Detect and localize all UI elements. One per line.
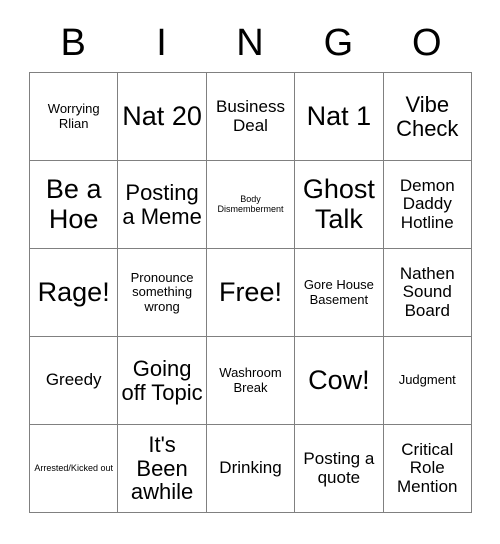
bingo-cell-label: Arrested/Kicked out xyxy=(34,462,113,473)
bingo-header-letter-g: G xyxy=(323,22,354,64)
bingo-row: Greedy Going off Topic Washroom Break Co… xyxy=(30,337,472,425)
bingo-cell[interactable]: Rage! xyxy=(30,249,119,337)
bingo-cell-label: Be a Hoe xyxy=(45,174,102,234)
bingo-cell[interactable]: Worrying Rlian xyxy=(30,73,119,161)
bingo-header-letter-o: O xyxy=(411,22,442,64)
bingo-cell[interactable]: Going off Topic xyxy=(118,337,207,425)
bingo-cell-label: Nat 20 xyxy=(122,100,202,131)
bingo-cell-label: Gore House Basement xyxy=(303,277,374,307)
bingo-cell[interactable]: Business Deal xyxy=(206,73,296,161)
bingo-row: Worrying Rlian Nat 20 Business Deal Nat … xyxy=(30,73,472,161)
bingo-cell-free[interactable]: Free! xyxy=(206,249,296,337)
bingo-cell-label: Going off Topic xyxy=(121,355,203,405)
bingo-cell[interactable]: It's Been awhile xyxy=(118,425,207,513)
bingo-cell-label: It's Been awhile xyxy=(130,431,194,505)
bingo-cell[interactable]: Judgment xyxy=(383,337,472,425)
bingo-cell[interactable]: Critical Role Mention xyxy=(383,425,472,513)
bingo-cell-label: Worrying Rlian xyxy=(47,101,100,131)
bingo-cell-label: Pronounce something wrong xyxy=(130,270,194,314)
bingo-grid: Worrying Rlian Nat 20 Business Deal Nat … xyxy=(29,72,472,513)
bingo-cell[interactable]: Nat 1 xyxy=(295,73,384,161)
bingo-cell-label: Posting a quote xyxy=(303,449,375,487)
bingo-cell-label: Posting a Meme xyxy=(122,179,202,229)
bingo-cell[interactable]: Posting a Meme xyxy=(118,161,207,249)
bingo-cell-label: Body Dismemberment xyxy=(217,193,284,214)
bingo-cell[interactable]: Cow! xyxy=(295,337,384,425)
bingo-header-letter-i: I xyxy=(156,22,167,64)
bingo-cell[interactable]: Gore House Basement xyxy=(295,249,384,337)
bingo-cell[interactable]: Greedy xyxy=(30,337,119,425)
bingo-cell-label: Free! xyxy=(218,276,282,307)
bingo-cell-label: Business Deal xyxy=(215,97,285,135)
bingo-cell-label: Demon Daddy Hotline xyxy=(399,175,455,232)
bingo-cell-label: Nat 1 xyxy=(306,100,372,131)
bingo-cell[interactable]: Nat 20 xyxy=(118,73,207,161)
bingo-cell[interactable]: Drinking xyxy=(206,425,296,513)
bingo-cell-label: Rage! xyxy=(37,276,110,307)
bingo-cell-label: Judgment xyxy=(398,372,456,388)
bingo-cell-label: Drinking xyxy=(219,458,282,478)
bingo-cell-label: Vibe Check xyxy=(396,91,459,141)
bingo-cell[interactable]: Body Dismemberment xyxy=(206,161,296,249)
bingo-row: Rage! Pronounce something wrong Free! Go… xyxy=(30,249,472,337)
bingo-row: Be a Hoe Posting a Meme Body Dismemberme… xyxy=(30,161,472,249)
bingo-card: B I N G O Worrying Rlian Nat 20 Business… xyxy=(29,14,472,513)
bingo-cell-label: Critical Role Mention xyxy=(397,439,458,496)
bingo-cell[interactable]: Be a Hoe xyxy=(30,161,119,249)
bingo-cell[interactable]: Demon Daddy Hotline xyxy=(383,161,472,249)
bingo-cell-label: Ghost Talk xyxy=(302,174,375,234)
bingo-header-letter-b: B xyxy=(60,22,86,64)
bingo-cell-label: Greedy xyxy=(45,370,102,390)
bingo-header-letter-n: N xyxy=(236,22,264,64)
bingo-cell-label: Cow! xyxy=(308,364,370,395)
bingo-cell[interactable]: Pronounce something wrong xyxy=(118,249,207,337)
bingo-cell[interactable]: Posting a quote xyxy=(295,425,384,513)
bingo-cell[interactable]: Vibe Check xyxy=(383,73,472,161)
bingo-cell-label: Washroom Break xyxy=(219,365,282,395)
bingo-cell[interactable]: Nathen Sound Board xyxy=(383,249,472,337)
bingo-cell[interactable]: Arrested/Kicked out xyxy=(30,425,119,513)
bingo-cell[interactable]: Ghost Talk xyxy=(295,161,384,249)
bingo-cell[interactable]: Washroom Break xyxy=(206,337,296,425)
bingo-cell-label: Nathen Sound Board xyxy=(399,263,455,320)
bingo-row: Arrested/Kicked out It's Been awhile Dri… xyxy=(30,425,472,513)
bingo-header-row: B I N G O xyxy=(29,14,471,72)
